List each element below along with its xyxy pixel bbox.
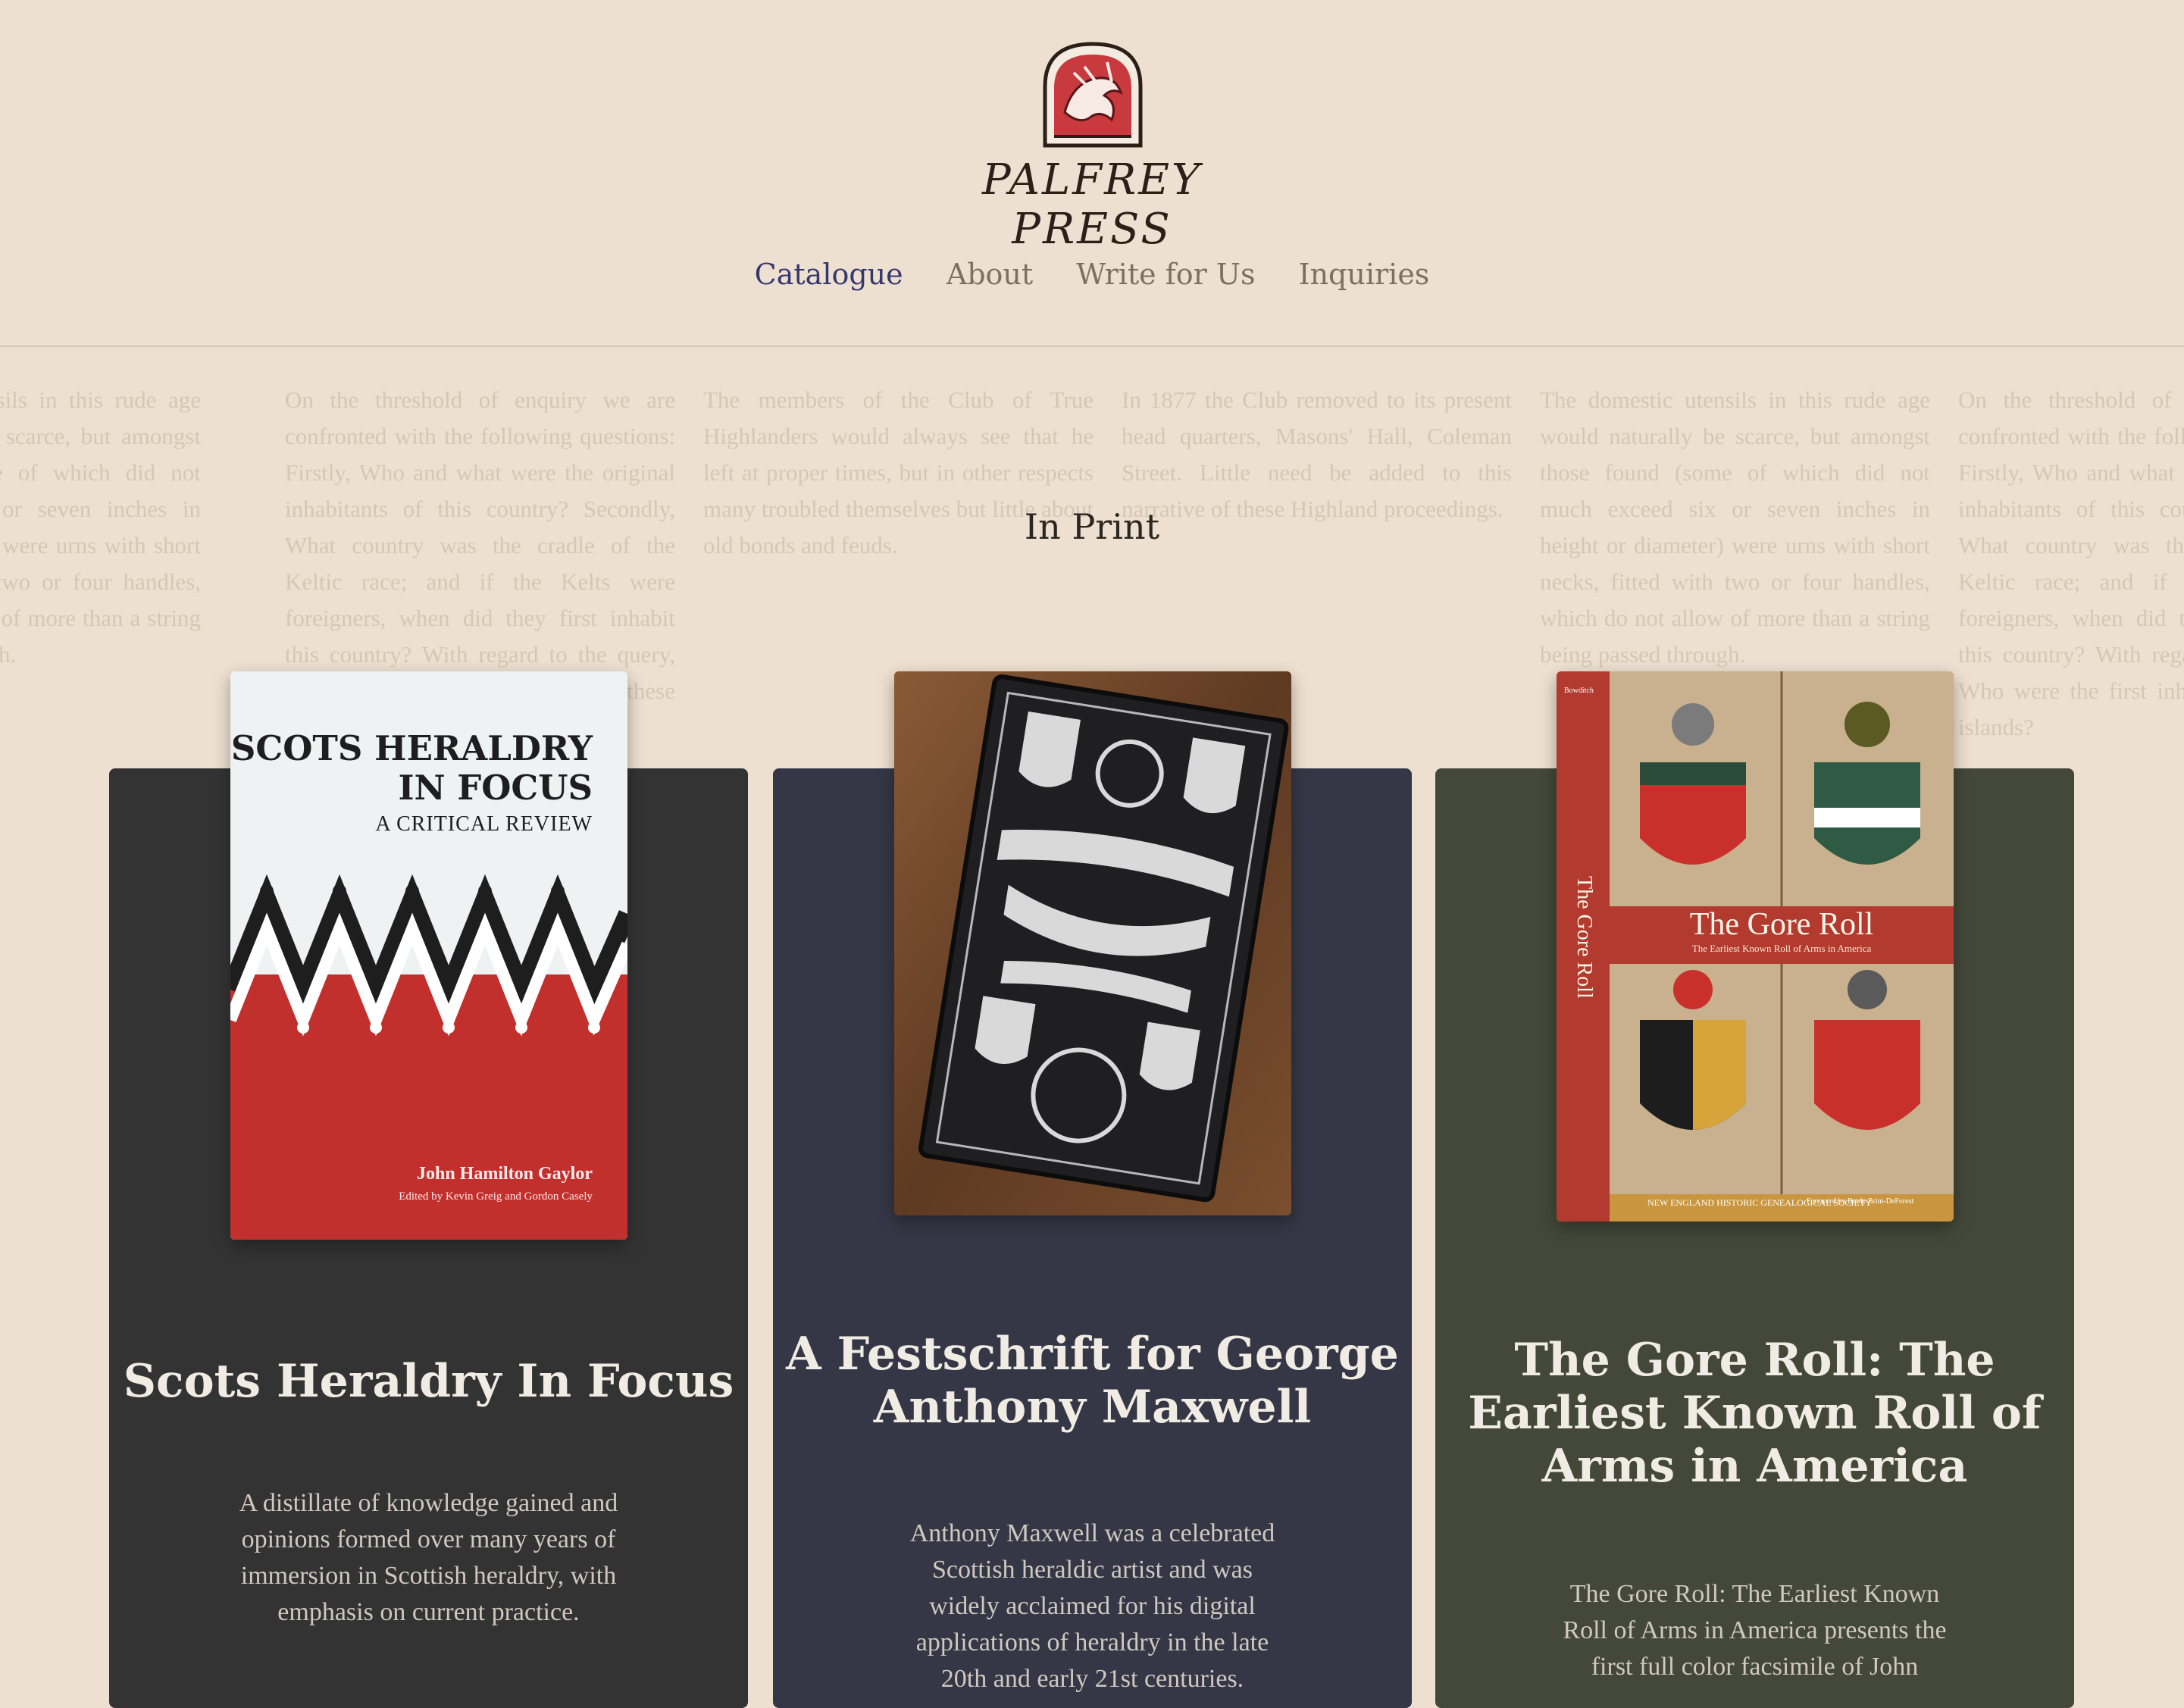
book-cover[interactable]: SCOTS HERALDRY IN FOCUS A CRITICAL REVIE…	[230, 671, 627, 1240]
book-title[interactable]: The Gore Roll: The Earliest Known Roll o…	[1435, 1334, 2074, 1493]
book-cover[interactable]: The Gore Roll Bowditch The Gore Roll The…	[1557, 671, 1954, 1222]
cover-spine-title: The Gore Roll	[1572, 876, 1596, 999]
nav-item-catalogue[interactable]: Catalogue	[755, 258, 903, 291]
cover-photo	[894, 671, 1291, 1215]
book-description: The Gore Roll: The Earliest Known Roll o…	[1563, 1580, 1947, 1681]
background-text-column: On the threshold of enquiry we are confr…	[1958, 386, 2184, 740]
main-nav: Catalogue About Write for Us Inquiries	[0, 258, 2184, 291]
book-description: Anthony Maxwell was a celebrated Scottis…	[909, 1519, 1275, 1693]
cover-title: SCOTS HERALDRY IN FOCUS	[231, 729, 593, 808]
book-cover[interactable]	[894, 671, 1291, 1215]
book-title[interactable]: A Festschrift for George Anthony Maxwell	[773, 1328, 1412, 1434]
cover-credits: Foreword by Brady Brim-DeForest	[1807, 1197, 1914, 1206]
nav-item-inquiries[interactable]: Inquiries	[1299, 258, 1430, 291]
cover-title-line: SCOTS HERALDRY	[230, 728, 593, 768]
section-title: In Print	[1024, 506, 1160, 547]
brand-wordmark[interactable]: PALFREY PRESS	[909, 155, 1275, 254]
site-header: PALFREY PRESS Catalogue About Write for …	[0, 0, 2184, 347]
nav-item-about[interactable]: About	[947, 258, 1033, 291]
nav-item-write-for-us[interactable]: Write for Us	[1076, 258, 1255, 291]
palfrey-horse-shield-icon[interactable]	[1039, 39, 1147, 149]
cover-editors: Edited by Kevin Greig and Gordon Casely	[399, 1190, 593, 1203]
cover-subtitle: The Earliest Known Roll of Arms in Ameri…	[1691, 943, 1872, 954]
book-title[interactable]: Scots Heraldry In Focus	[109, 1355, 748, 1408]
cover-subtitle: A CRITICAL REVIEW	[375, 812, 593, 836]
cover-title: The Gore Roll	[1689, 907, 1874, 942]
book-description: A distillate of knowledge gained and opi…	[239, 1489, 618, 1626]
cover-title-line: IN FOCUS	[398, 768, 593, 808]
cover-brand: Bowditch	[1564, 687, 1594, 695]
cover-author: John Hamilton Gaylor	[416, 1164, 593, 1184]
